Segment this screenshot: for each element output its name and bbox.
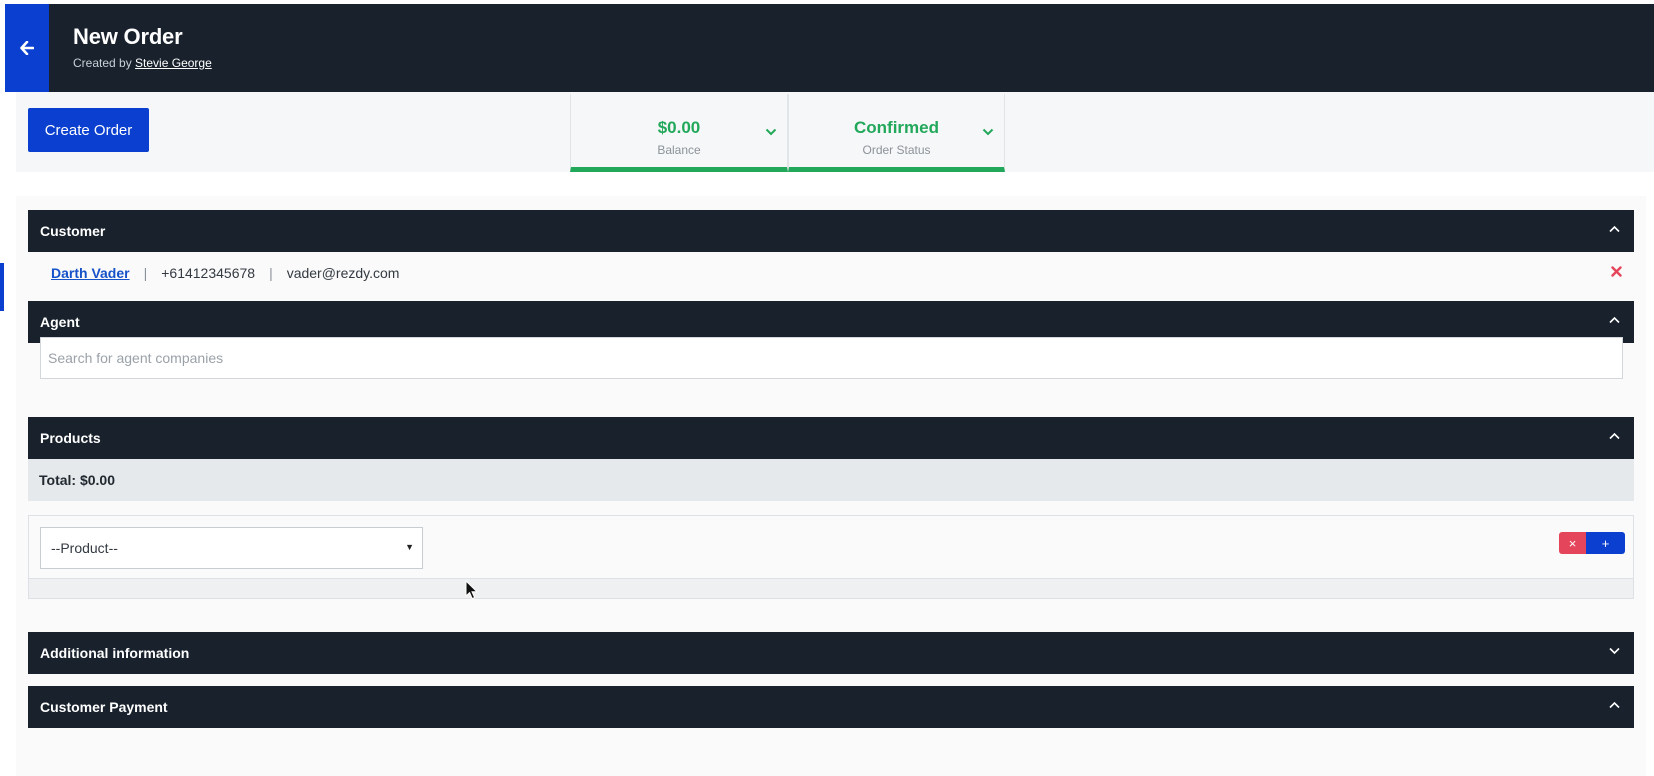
balance-label: Balance <box>657 143 701 157</box>
agent-search-input[interactable] <box>40 337 1623 379</box>
title-block: New Order Created by Stevie George <box>73 24 212 70</box>
product-select[interactable]: --Product-- ▼ <box>40 527 423 569</box>
customer-section-title: Customer <box>40 223 106 239</box>
customer-payment-section-title: Customer Payment <box>40 699 168 715</box>
chevron-up-icon <box>1609 225 1620 233</box>
product-line-item: --Product-- ▼ × + <box>28 515 1634 599</box>
customer-email: vader@rezdy.com <box>286 265 400 281</box>
products-section-header[interactable]: Products <box>28 417 1634 459</box>
product-select-value: --Product-- <box>51 540 118 556</box>
customer-section-header[interactable]: Customer <box>28 210 1634 252</box>
chevron-down-icon <box>1609 647 1620 655</box>
close-icon: × <box>1568 535 1577 551</box>
chevron-down-icon <box>765 128 777 136</box>
products-total: Total: $0.00 <box>28 459 1634 501</box>
additional-info-section-title: Additional information <box>40 645 190 661</box>
active-indicator <box>0 263 4 311</box>
order-toolbar: Create Order $0.00 Balance Confirmed Ord… <box>16 92 1654 172</box>
products-section-title: Products <box>40 430 101 446</box>
chevron-down-icon <box>982 128 994 136</box>
remove-product-button[interactable]: × <box>1559 532 1586 554</box>
customer-name-link[interactable]: Darth Vader <box>51 265 130 281</box>
customer-phone: +61412345678 <box>161 265 256 281</box>
order-status-label: Order Status <box>862 143 931 157</box>
order-status-value: Confirmed <box>854 118 939 137</box>
separator: | <box>143 265 148 281</box>
agent-section-title: Agent <box>40 314 80 330</box>
created-by: Created by Stevie George <box>73 56 212 70</box>
chevron-up-icon <box>1609 316 1620 324</box>
create-order-button[interactable]: Create Order <box>28 108 149 152</box>
line-item-footer <box>29 578 1633 598</box>
customer-summary: Darth Vader | +61412345678 | vader@rezdy… <box>28 252 1634 294</box>
balance-value: $0.00 <box>657 118 701 137</box>
page-header: New Order Created by Stevie George <box>5 4 1654 92</box>
add-product-button[interactable]: + <box>1586 532 1625 554</box>
separator: | <box>269 265 273 281</box>
plus-icon: + <box>1601 535 1610 551</box>
order-status-dropdown[interactable]: Confirmed Order Status <box>788 94 1005 172</box>
back-button[interactable] <box>5 4 49 92</box>
mouse-pointer-icon <box>465 580 479 600</box>
chevron-up-icon <box>1609 701 1620 709</box>
customer-payment-section-header[interactable]: Customer Payment <box>28 686 1634 728</box>
order-form: Customer Darth Vader | +61412345678 | va… <box>16 196 1646 776</box>
page-title: New Order <box>73 24 183 49</box>
chevron-up-icon <box>1609 432 1620 440</box>
additional-info-section-header[interactable]: Additional information <box>28 632 1634 674</box>
created-by-user-link[interactable]: Stevie George <box>135 56 212 70</box>
line-item-actions: × + <box>1559 532 1625 554</box>
caret-down-icon: ▼ <box>405 542 414 552</box>
close-icon[interactable] <box>1611 266 1622 277</box>
balance-dropdown[interactable]: $0.00 Balance <box>570 94 788 172</box>
created-by-label: Created by <box>73 56 132 70</box>
arrow-left-icon <box>20 41 34 55</box>
